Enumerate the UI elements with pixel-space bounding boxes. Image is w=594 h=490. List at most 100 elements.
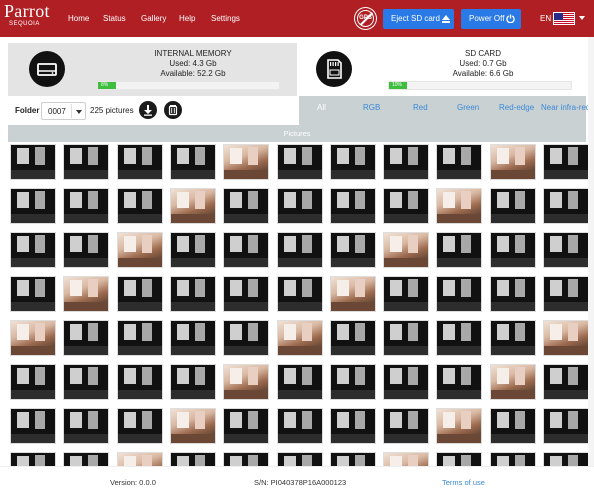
nav-help[interactable]: Help [179,14,195,23]
language-code[interactable]: EN [540,14,551,23]
picture-thumbnail[interactable] [117,188,163,224]
power-off-button[interactable]: Power Off [461,9,521,29]
picture-thumbnail[interactable] [490,320,536,356]
picture-thumbnail[interactable] [490,276,536,312]
picture-thumbnail[interactable] [436,452,482,466]
tab-red[interactable]: Red [413,103,428,112]
parrot-logo[interactable]: Parrot SEQUOIA [4,2,56,33]
picture-thumbnail[interactable] [10,232,56,268]
picture-thumbnail[interactable] [170,188,216,224]
picture-thumbnail[interactable] [10,452,56,466]
tab-rgb[interactable]: RGB [363,103,380,112]
picture-thumbnail[interactable] [330,452,376,466]
picture-thumbnail[interactable] [277,452,323,466]
picture-thumbnail[interactable] [223,364,269,400]
picture-thumbnail[interactable] [63,364,109,400]
chevron-down-icon[interactable] [71,104,85,118]
picture-thumbnail[interactable] [543,364,588,400]
picture-thumbnail[interactable] [10,276,56,312]
picture-thumbnail[interactable] [63,320,109,356]
picture-thumbnail[interactable] [170,276,216,312]
picture-thumbnail[interactable] [490,364,536,400]
eject-sd-button[interactable]: Eject SD card [383,9,454,29]
terms-link[interactable]: Terms of use [442,478,485,487]
picture-thumbnail[interactable] [543,320,588,356]
picture-thumbnail[interactable] [277,364,323,400]
picture-thumbnail[interactable] [490,188,536,224]
nav-home[interactable]: Home [68,14,89,23]
tab-green[interactable]: Green [457,103,479,112]
picture-thumbnail[interactable] [170,364,216,400]
nav-gallery[interactable]: Gallery [141,14,166,23]
picture-thumbnail[interactable] [383,452,429,466]
picture-thumbnail[interactable] [117,144,163,180]
picture-thumbnail[interactable] [10,320,56,356]
picture-thumbnail[interactable] [543,452,588,466]
picture-thumbnail[interactable] [63,452,109,466]
picture-thumbnail[interactable] [383,408,429,444]
picture-thumbnail[interactable] [436,188,482,224]
picture-thumbnail[interactable] [330,364,376,400]
picture-thumbnail[interactable] [330,320,376,356]
picture-thumbnail[interactable] [383,364,429,400]
picture-thumbnail[interactable] [10,188,56,224]
picture-thumbnail[interactable] [383,320,429,356]
picture-thumbnail[interactable] [277,232,323,268]
picture-thumbnail[interactable] [223,188,269,224]
picture-thumbnail[interactable] [330,276,376,312]
nav-settings[interactable]: Settings [211,14,240,23]
page-scrollbar[interactable] [588,37,594,466]
download-button[interactable] [139,101,157,119]
picture-thumbnail[interactable] [277,408,323,444]
language-dropdown-caret-icon[interactable] [579,16,585,20]
picture-thumbnail[interactable] [277,276,323,312]
picture-thumbnail[interactable] [490,144,536,180]
picture-thumbnail[interactable] [543,144,588,180]
picture-thumbnail[interactable] [63,144,109,180]
tab-red-edge[interactable]: Red-edge [499,103,534,112]
picture-thumbnail[interactable] [10,364,56,400]
picture-thumbnail[interactable] [490,452,536,466]
picture-thumbnail[interactable] [330,144,376,180]
picture-thumbnail[interactable] [10,144,56,180]
nav-status[interactable]: Status [103,14,126,23]
picture-thumbnail[interactable] [543,188,588,224]
picture-thumbnail[interactable] [63,188,109,224]
picture-thumbnail[interactable] [117,364,163,400]
picture-thumbnail[interactable] [117,276,163,312]
picture-thumbnail[interactable] [543,408,588,444]
picture-thumbnail[interactable] [383,232,429,268]
picture-thumbnail[interactable] [543,276,588,312]
picture-thumbnail[interactable] [170,452,216,466]
picture-thumbnail[interactable] [436,364,482,400]
tab-near-infra-red[interactable]: Near infra-red [541,103,590,112]
picture-thumbnail[interactable] [170,144,216,180]
picture-thumbnail[interactable] [117,408,163,444]
picture-thumbnail[interactable] [117,320,163,356]
picture-thumbnail[interactable] [330,188,376,224]
picture-thumbnail[interactable] [383,144,429,180]
picture-thumbnail[interactable] [330,408,376,444]
delete-button[interactable] [164,101,182,119]
picture-thumbnail[interactable] [10,408,56,444]
picture-thumbnail[interactable] [436,144,482,180]
picture-thumbnail[interactable] [543,232,588,268]
picture-thumbnail[interactable] [330,232,376,268]
picture-thumbnail[interactable] [223,232,269,268]
picture-thumbnail[interactable] [223,276,269,312]
us-flag-icon[interactable] [553,12,575,25]
picture-thumbnail[interactable] [277,188,323,224]
picture-thumbnail[interactable] [170,232,216,268]
picture-thumbnail[interactable] [383,188,429,224]
picture-thumbnail[interactable] [170,408,216,444]
picture-thumbnail[interactable] [490,408,536,444]
picture-thumbnail[interactable] [117,452,163,466]
picture-thumbnail[interactable] [277,144,323,180]
picture-thumbnail[interactable] [223,408,269,444]
picture-thumbnail[interactable] [223,452,269,466]
picture-thumbnail[interactable] [223,144,269,180]
picture-thumbnail[interactable] [170,320,216,356]
folder-select[interactable]: 0007 [41,102,86,120]
picture-thumbnail[interactable] [63,408,109,444]
picture-thumbnail[interactable] [63,232,109,268]
